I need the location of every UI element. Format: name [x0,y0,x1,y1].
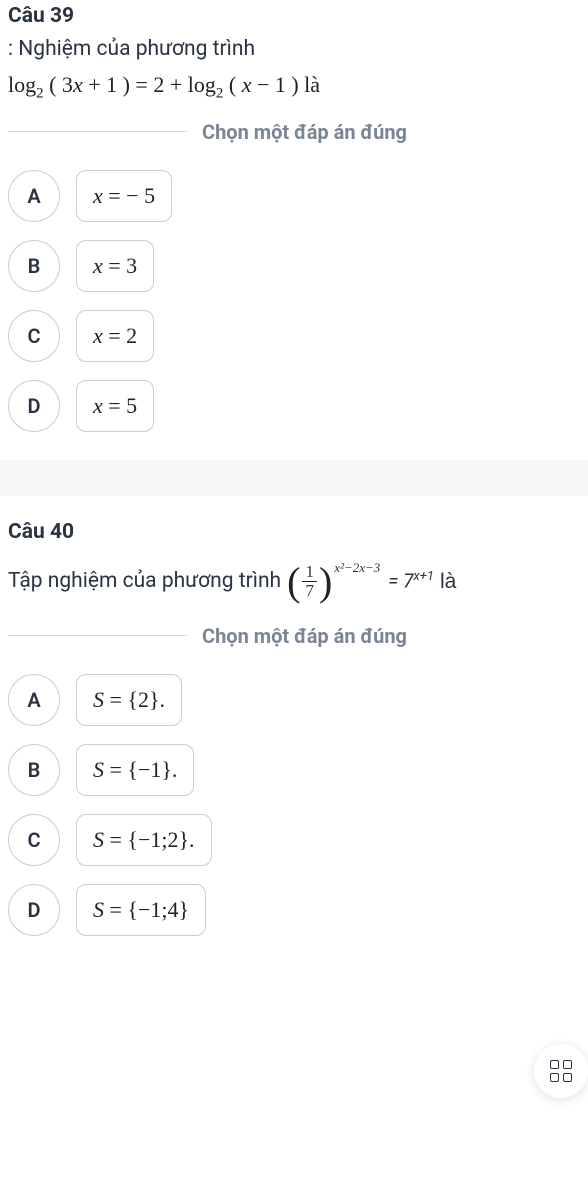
divider [8,635,188,636]
question-title: Câu 40 [8,520,580,544]
option-content[interactable]: S = {−1;4} [76,884,206,936]
option-letter[interactable]: A [8,674,60,726]
instruction-text: Chọn một đáp án đúng [202,120,407,144]
divider [8,131,188,132]
equation-lhs: ( 1 7 ) x²−2x−3 [287,562,382,602]
equation-rhs: = 7x+1 [388,567,434,596]
option-letter[interactable]: C [8,814,60,866]
question-40: Câu 40 Tập nghiệm của phương trình ( 1 7… [0,496,588,964]
exponent: x²−2x−3 [334,558,380,578]
option-b[interactable]: B x = 3 [8,240,580,292]
grid-menu-button[interactable] [534,1044,588,1098]
frac-num: 1 [302,563,317,583]
option-letter[interactable]: B [8,240,60,292]
question-title: Câu 39 [8,4,580,28]
option-letter[interactable]: B [8,744,60,796]
option-d[interactable]: D x = 5 [8,380,580,432]
option-content[interactable]: S = {−1}. [76,744,194,796]
option-content[interactable]: S = {−1;2}. [76,814,212,866]
option-letter[interactable]: D [8,884,60,936]
options-list: A S = {2}. B S = {−1}. C S = {−1;2}. D S… [8,674,580,936]
option-b[interactable]: B S = {−1}. [8,744,580,796]
frac-den: 7 [302,582,317,601]
option-a[interactable]: A S = {2}. [8,674,580,726]
options-list: A x = − 5 B x = 3 C x = 2 D x = 5 [8,170,580,432]
option-content[interactable]: S = {2}. [76,674,182,726]
grid-icon [550,1060,572,1082]
option-letter[interactable]: C [8,310,60,362]
question-prompt: : Nghiệm của phương trình [8,34,580,66]
question-39: Câu 39 : Nghiệm của phương trình log2 ( … [0,0,588,460]
prompt-prefix: Tập nghiệm của phương trình [8,566,281,598]
instruction-text: Chọn một đáp án đúng [202,624,407,648]
question-prompt: Tập nghiệm của phương trình ( 1 7 ) x²−2… [8,562,580,602]
option-letter[interactable]: A [8,170,60,222]
option-letter[interactable]: D [8,380,60,432]
instruction-row: Chọn một đáp án đúng [8,120,580,144]
option-c[interactable]: C S = {−1;2}. [8,814,580,866]
question-equation: log2 ( 3x + 1 ) = 2 + log2 ( x − 1 ) là [8,72,580,102]
option-content[interactable]: x = 3 [76,240,154,292]
option-c[interactable]: C x = 2 [8,310,580,362]
option-a[interactable]: A x = − 5 [8,170,580,222]
instruction-row: Chọn một đáp án đúng [8,624,580,648]
option-d[interactable]: D S = {−1;4} [8,884,580,936]
prompt-suffix: là [440,566,456,598]
section-gap [0,460,588,496]
option-content[interactable]: x = − 5 [76,170,172,222]
option-content[interactable]: x = 5 [76,380,154,432]
option-content[interactable]: x = 2 [76,310,154,362]
